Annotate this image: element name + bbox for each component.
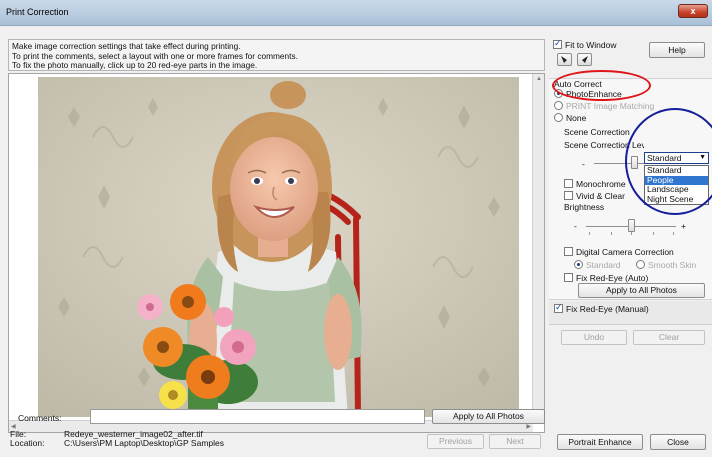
girl-with-flowers-photo — [38, 77, 519, 417]
scene-correction-dropdown-list[interactable]: Standard People Landscape Night Scene — [644, 165, 709, 205]
fit-to-window-label: Fit to Window — [565, 40, 617, 50]
rotate-left-button[interactable] — [557, 53, 572, 66]
title-bar: Print Correction x — [0, 0, 712, 26]
window-close-button[interactable]: x — [678, 4, 708, 18]
instruction-line: To fix the photo manually, click up to 2… — [12, 60, 258, 70]
brightness-tick — [589, 232, 590, 235]
dcc-smooth-skin-label: Smooth Skin — [648, 260, 697, 270]
dcc-smooth-skin-radio[interactable]: Smooth Skin — [636, 260, 696, 270]
brightness-slider-thumb[interactable] — [628, 219, 635, 232]
apply-to-all-photos-button[interactable]: Apply to All Photos — [578, 283, 705, 298]
checkbox-checked-icon[interactable] — [554, 302, 563, 313]
digital-camera-correction-checkbox[interactable]: Digital Camera Correction — [564, 247, 674, 257]
brightness-minus: - — [574, 221, 577, 231]
dropdown-option-night-scene[interactable]: Night Scene — [645, 194, 708, 205]
auto-correct-heading: Auto Correct — [554, 79, 602, 89]
radio-selected-icon[interactable] — [554, 89, 563, 98]
dcc-standard-label: Standard — [586, 260, 621, 270]
monochrome-checkbox[interactable]: Monochrome — [564, 179, 626, 189]
brightness-tick — [653, 232, 654, 235]
instructions-box: Make image correction settings that take… — [8, 39, 545, 71]
clear-button[interactable]: Clear — [633, 330, 705, 345]
window-title: Print Correction — [6, 7, 69, 17]
checkbox-unchecked-icon[interactable] — [564, 247, 573, 256]
brightness-plus: + — [681, 221, 686, 231]
portrait-enhance-button[interactable]: Portrait Enhance — [557, 434, 643, 450]
digital-camera-correction-label: Digital Camera Correction — [576, 247, 674, 257]
apply-comments-all-button[interactable]: Apply to All Photos — [432, 409, 545, 424]
none-radio[interactable]: None — [554, 113, 586, 123]
next-button[interactable]: Next — [489, 434, 541, 449]
scene-correction-level-label: Scene Correction Level — [564, 140, 644, 150]
print-image-matching-radio[interactable]: PRINT Image Matching — [554, 101, 654, 111]
none-label: None — [566, 113, 587, 123]
fix-redeye-manual-checkbox[interactable]: Fix Red-Eye (Manual) — [554, 302, 649, 314]
fix-redeye-manual-label: Fix Red-Eye (Manual) — [566, 304, 649, 314]
scene-level-minus: - — [582, 159, 585, 169]
brightness-tick — [611, 232, 612, 235]
radio-unselected-icon[interactable] — [554, 113, 563, 122]
dialog-client: Make image correction settings that take… — [0, 27, 712, 457]
radio-unselected-icon[interactable] — [554, 101, 563, 110]
fit-to-window-checkbox[interactable]: Fit to Window — [553, 38, 617, 50]
help-button[interactable]: Help — [649, 42, 705, 58]
undo-button[interactable]: Undo — [561, 330, 627, 345]
photo-preview-pane[interactable]: ▲ ▼ ◀ ▶ — [8, 73, 545, 433]
rotate-left-icon — [561, 56, 567, 63]
radio-unselected-icon[interactable] — [636, 260, 645, 269]
previous-button[interactable]: Previous — [427, 434, 484, 449]
comments-label: Comments: — [18, 413, 62, 423]
checkbox-checked-icon[interactable] — [553, 38, 562, 49]
monochrome-label: Monochrome — [576, 179, 626, 189]
checkbox-unchecked-icon[interactable] — [564, 273, 573, 282]
scroll-up-icon[interactable]: ▲ — [536, 76, 542, 82]
scene-level-slider-thumb[interactable] — [631, 156, 638, 169]
rotate-right-button[interactable] — [577, 53, 592, 66]
scene-correction-select[interactable]: Standard ▼ — [644, 152, 709, 164]
fix-redeye-auto-label: Fix Red-Eye (Auto) — [576, 273, 649, 283]
photo-image[interactable] — [38, 77, 519, 417]
vertical-scrollbar[interactable]: ▲ ▼ — [532, 74, 544, 420]
location-path: C:\Users\PM Laptop\Desktop\GP Samples — [64, 438, 224, 448]
rotate-right-icon — [582, 56, 588, 63]
photoenhance-label: PhotoEnhance — [566, 89, 622, 99]
vivid-clear-checkbox[interactable]: Vivid & Clear — [564, 191, 625, 201]
photoenhance-radio[interactable]: PhotoEnhance — [554, 89, 622, 99]
vivid-clear-label: Vivid & Clear — [576, 191, 625, 201]
checkbox-unchecked-icon[interactable] — [564, 191, 573, 200]
comments-input[interactable] — [90, 409, 425, 424]
close-button[interactable]: Close — [650, 434, 706, 450]
location-label: Location: — [10, 438, 45, 448]
settings-panel: Fit to Window Help Auto Correct PhotoEnh… — [549, 38, 712, 450]
scroll-right-icon[interactable]: ▶ — [526, 423, 531, 430]
brightness-label: Brightness — [564, 202, 605, 212]
fix-redeye-manual-panel: Fix Red-Eye (Manual) — [549, 301, 712, 325]
print-image-matching-label: PRINT Image Matching — [566, 101, 655, 111]
dcc-standard-radio[interactable]: Standard — [574, 260, 621, 270]
scene-correction-label: Scene Correction — [564, 127, 630, 137]
brightness-tick — [631, 232, 632, 235]
checkbox-unchecked-icon[interactable] — [564, 179, 573, 188]
radio-selected-icon[interactable] — [574, 260, 583, 269]
chevron-down-icon[interactable]: ▼ — [699, 153, 706, 163]
fix-redeye-auto-checkbox[interactable]: Fix Red-Eye (Auto) — [564, 273, 648, 283]
brightness-tick — [673, 232, 674, 235]
scene-correction-selected-value: Standard — [647, 153, 682, 163]
